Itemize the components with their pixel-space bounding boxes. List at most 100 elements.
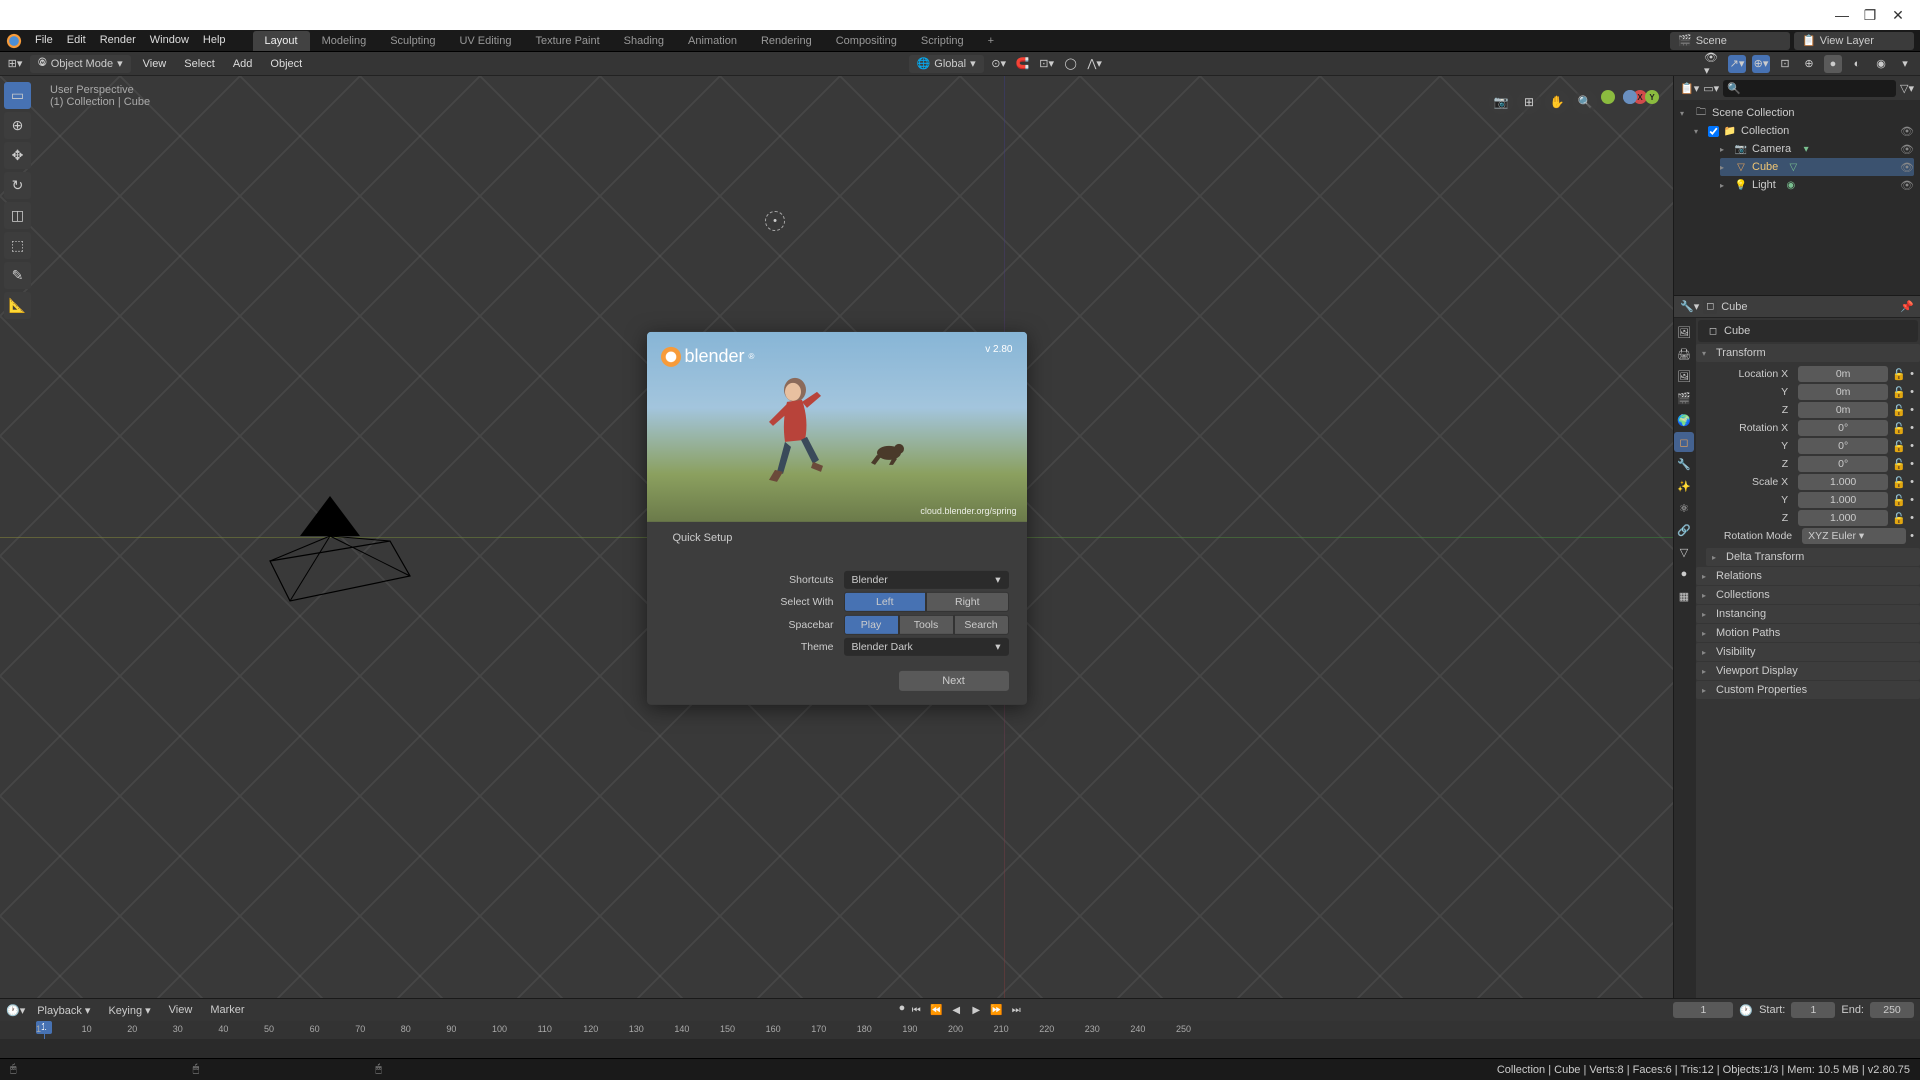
keyframe-next-button[interactable]: ⏩ (987, 1002, 1005, 1018)
proptab-world[interactable]: 🌍 (1674, 410, 1694, 430)
overlay-toggle-icon[interactable]: ⊕▾ (1752, 55, 1770, 73)
outliner-light[interactable]: ▸💡Light ◉ 👁 (1720, 176, 1914, 194)
next-button[interactable]: Next (899, 671, 1009, 691)
axis-gizmo[interactable]: Z X Y (1601, 90, 1659, 148)
tool-scale[interactable]: ◫ (4, 202, 31, 229)
rotmode-select[interactable]: XYZ Euler ▾ (1802, 528, 1906, 544)
timeline-view-menu[interactable]: View (163, 1004, 199, 1016)
view-camera-icon[interactable]: 📷 (1489, 90, 1513, 114)
outliner-cube[interactable]: ▸▽Cube ▽ 👁 (1720, 158, 1914, 176)
selectwith-left-button[interactable]: Left (844, 592, 927, 612)
proptab-texture[interactable]: ▦ (1674, 586, 1694, 606)
proportional-type-icon[interactable]: ⋀▾ (1086, 55, 1104, 73)
rotation-x-input[interactable]: 0° (1798, 420, 1888, 436)
proportional-icon[interactable]: ◯ (1062, 55, 1080, 73)
timeline-track[interactable] (0, 1039, 1920, 1059)
tool-annotate[interactable]: ✎ (4, 262, 31, 289)
snap-type-icon[interactable]: ⊡▾ (1038, 55, 1056, 73)
timeline-type-icon[interactable]: 🕐▾ (6, 1004, 25, 1017)
collection-checkbox[interactable] (1708, 126, 1719, 137)
keyframe-prev-button[interactable]: ⏪ (927, 1002, 945, 1018)
proptab-mesh[interactable]: ▽ (1674, 542, 1694, 562)
menu-window[interactable]: Window (143, 30, 196, 51)
tool-transform[interactable]: ⬚ (4, 232, 31, 259)
spacebar-tools-button[interactable]: Tools (899, 615, 954, 635)
section-delta[interactable]: ▸Delta Transform (1706, 548, 1920, 566)
close-button[interactable]: ✕ (1884, 1, 1912, 29)
timeline-ruler[interactable]: 1 11020304050607080901001101201301401501… (0, 1021, 1920, 1039)
xray-icon[interactable]: ⊡ (1776, 55, 1794, 73)
tab-uv[interactable]: UV Editing (447, 31, 523, 51)
proptab-output[interactable]: 🖨 (1674, 344, 1694, 364)
location-x-input[interactable]: 0m (1798, 366, 1888, 382)
tab-add[interactable]: + (976, 31, 1006, 51)
start-frame-input[interactable]: 1 (1791, 1002, 1835, 1018)
scale-x-input[interactable]: 1.000 (1798, 474, 1888, 490)
snap-icon[interactable]: 🧲 (1014, 55, 1032, 73)
section-collections[interactable]: ▸Collections (1696, 586, 1920, 604)
pin-icon[interactable]: 📌 (1900, 300, 1914, 313)
pivot-icon[interactable]: ⊙▾ (990, 55, 1008, 73)
outliner-collection[interactable]: ▾📁Collection 👁 (1694, 122, 1914, 140)
tab-layout[interactable]: Layout (253, 31, 310, 51)
scale-z-input[interactable]: 1.000 (1798, 510, 1888, 526)
visibility-icon[interactable]: 👁▾ (1704, 55, 1722, 73)
transform-section[interactable]: ▾Transform (1696, 344, 1920, 362)
menu-file[interactable]: File (28, 30, 60, 51)
menu-help[interactable]: Help (196, 30, 233, 51)
view-zoom-icon[interactable]: 🔍 (1573, 90, 1597, 114)
shading-options-icon[interactable]: ▾ (1896, 55, 1914, 73)
section-visibility[interactable]: ▸Visibility (1696, 643, 1920, 661)
object-menu[interactable]: Object (264, 58, 308, 70)
outliner-camera[interactable]: ▸📷Camera ▾ 👁 (1720, 140, 1914, 158)
menu-edit[interactable]: Edit (60, 30, 93, 51)
play-reverse-button[interactable]: ◀ (947, 1002, 965, 1018)
section-instancing[interactable]: ▸Instancing (1696, 605, 1920, 623)
current-frame-input[interactable]: 1 (1673, 1002, 1733, 1018)
editor-type-icon[interactable]: ⊞▾ (6, 55, 24, 73)
shortcuts-select[interactable]: Blender▾ (844, 571, 1009, 589)
timeline-marker-menu[interactable]: Marker (204, 1004, 250, 1016)
proptab-scene[interactable]: 🎬 (1674, 388, 1694, 408)
tab-shading[interactable]: Shading (612, 31, 676, 51)
proptab-physics[interactable]: ⚛ (1674, 498, 1694, 518)
tool-cursor[interactable]: ⊕ (4, 112, 31, 139)
tool-rotate[interactable]: ↻ (4, 172, 31, 199)
rotation-z-input[interactable]: 0° (1798, 456, 1888, 472)
tool-measure[interactable]: 📐 (4, 292, 31, 319)
gizmo-toggle-icon[interactable]: ↗▾ (1728, 55, 1746, 73)
scale-y-input[interactable]: 1.000 (1798, 492, 1888, 508)
orientation-selector[interactable]: 🌐 Global ▾ (909, 55, 984, 73)
autokey-icon[interactable]: ● (899, 1002, 906, 1018)
view-perspective-icon[interactable]: ⊞ (1517, 90, 1541, 114)
jump-end-button[interactable]: ⏭ (1007, 1002, 1025, 1018)
tool-select[interactable]: ▭ (4, 82, 31, 109)
proptab-particle[interactable]: ✨ (1674, 476, 1694, 496)
timeline-keying-menu[interactable]: Keying ▾ (102, 1004, 156, 1017)
rotation-y-input[interactable]: 0° (1798, 438, 1888, 454)
minimize-button[interactable]: — (1828, 1, 1856, 29)
shading-wire-icon[interactable]: ⊕ (1800, 55, 1818, 73)
section-relations[interactable]: ▸Relations (1696, 567, 1920, 585)
proptab-material[interactable]: ● (1674, 564, 1694, 584)
proptab-object[interactable]: ◻ (1674, 432, 1694, 452)
end-frame-input[interactable]: 250 (1870, 1002, 1914, 1018)
shading-lookdev-icon[interactable]: ◐ (1848, 55, 1866, 73)
tab-scripting[interactable]: Scripting (909, 31, 976, 51)
spacebar-search-button[interactable]: Search (954, 615, 1009, 635)
props-type-icon[interactable]: 🔧▾ (1680, 300, 1699, 313)
viewlayer-selector[interactable]: 📋 View Layer (1794, 32, 1914, 50)
tab-modeling[interactable]: Modeling (310, 31, 379, 51)
menu-render[interactable]: Render (93, 30, 143, 51)
outliner-scene-collection[interactable]: ▾🗀Scene Collection (1680, 104, 1914, 122)
props-datablock[interactable]: ◻Cube (1698, 320, 1918, 342)
location-y-input[interactable]: 0m (1798, 384, 1888, 400)
theme-select[interactable]: Blender Dark▾ (844, 638, 1009, 656)
tab-sculpting[interactable]: Sculpting (378, 31, 447, 51)
section-custom[interactable]: ▸Custom Properties (1696, 681, 1920, 699)
jump-start-button[interactable]: ⏮ (907, 1002, 925, 1018)
play-button[interactable]: ▶ (967, 1002, 985, 1018)
select-menu[interactable]: Select (178, 58, 221, 70)
mode-selector[interactable]: 🞋 Object Mode ▾ (30, 55, 131, 73)
proptab-render[interactable]: 🖼 (1674, 322, 1694, 342)
